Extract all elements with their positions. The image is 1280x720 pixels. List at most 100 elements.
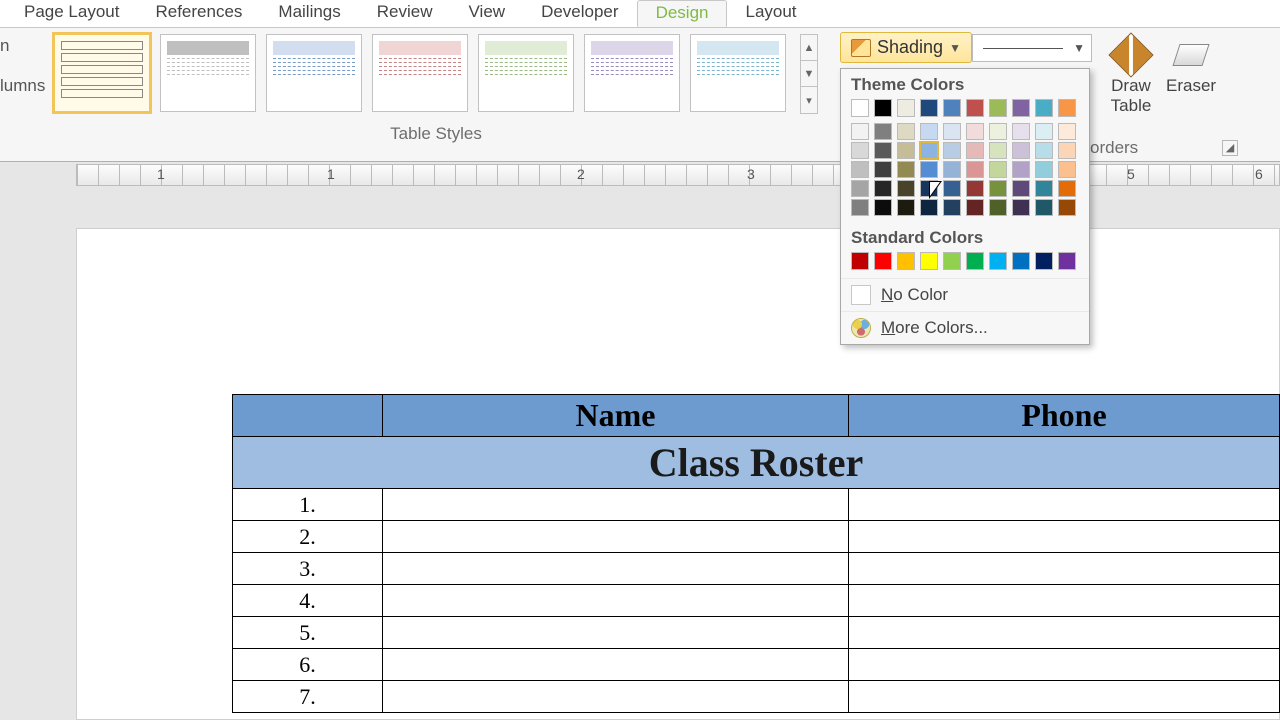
color-swatch[interactable]: [920, 161, 938, 178]
no-color-item[interactable]: No Color: [841, 278, 1089, 311]
name-cell[interactable]: [383, 585, 849, 617]
table-header-phone[interactable]: Phone: [849, 395, 1280, 437]
tab-mailings[interactable]: Mailings: [260, 0, 358, 27]
color-swatch[interactable]: [874, 180, 892, 197]
name-cell[interactable]: [383, 681, 849, 713]
color-swatch[interactable]: [874, 161, 892, 178]
color-swatch[interactable]: [874, 123, 892, 140]
phone-cell[interactable]: [849, 681, 1280, 713]
phone-cell[interactable]: [849, 521, 1280, 553]
row-index-cell[interactable]: 4.: [233, 585, 383, 617]
color-swatch[interactable]: [989, 161, 1007, 178]
color-swatch[interactable]: [1012, 180, 1030, 197]
color-swatch[interactable]: [897, 180, 915, 197]
color-swatch[interactable]: [943, 199, 961, 216]
color-swatch[interactable]: [943, 180, 961, 197]
color-swatch[interactable]: [897, 161, 915, 178]
pen-style-dropdown[interactable]: ▼: [972, 34, 1092, 62]
color-swatch[interactable]: [851, 180, 869, 197]
color-swatch[interactable]: [920, 252, 938, 270]
color-swatch[interactable]: [943, 99, 961, 117]
color-swatch[interactable]: [897, 123, 915, 140]
color-swatch[interactable]: [1035, 123, 1053, 140]
table-style-5[interactable]: [478, 34, 574, 112]
color-swatch[interactable]: [851, 252, 869, 270]
phone-cell[interactable]: [849, 553, 1280, 585]
color-swatch[interactable]: [897, 142, 915, 159]
row-index-cell[interactable]: 1.: [233, 489, 383, 521]
color-swatch[interactable]: [1012, 161, 1030, 178]
tab-review[interactable]: Review: [359, 0, 451, 27]
color-swatch[interactable]: [1058, 142, 1076, 159]
phone-cell[interactable]: [849, 489, 1280, 521]
tab-page-layout[interactable]: Page Layout: [6, 0, 137, 27]
color-swatch[interactable]: [989, 142, 1007, 159]
table-row[interactable]: 2.: [233, 521, 1280, 553]
phone-cell[interactable]: [849, 649, 1280, 681]
color-swatch[interactable]: [943, 123, 961, 140]
color-swatch[interactable]: [851, 142, 869, 159]
color-swatch[interactable]: [851, 99, 869, 117]
table-row[interactable]: 7.: [233, 681, 1280, 713]
color-swatch[interactable]: [1035, 199, 1053, 216]
color-swatch[interactable]: [1012, 123, 1030, 140]
tab-references[interactable]: References: [137, 0, 260, 27]
color-swatch[interactable]: [874, 252, 892, 270]
color-swatch[interactable]: [920, 180, 938, 197]
color-swatch[interactable]: [966, 199, 984, 216]
color-swatch[interactable]: [943, 161, 961, 178]
color-swatch[interactable]: [989, 180, 1007, 197]
color-swatch[interactable]: [966, 142, 984, 159]
color-swatch[interactable]: [943, 142, 961, 159]
color-swatch[interactable]: [966, 161, 984, 178]
phone-cell[interactable]: [849, 585, 1280, 617]
color-swatch[interactable]: [1012, 142, 1030, 159]
color-swatch[interactable]: [989, 199, 1007, 216]
table-style-3[interactable]: [266, 34, 362, 112]
table-style-6[interactable]: [584, 34, 680, 112]
color-swatch[interactable]: [966, 252, 984, 270]
color-swatch[interactable]: [851, 199, 869, 216]
color-swatch[interactable]: [966, 99, 984, 117]
table-style-1[interactable]: [54, 34, 150, 112]
table-row[interactable]: 5.: [233, 617, 1280, 649]
name-cell[interactable]: [383, 489, 849, 521]
color-swatch[interactable]: [1058, 252, 1076, 270]
color-swatch[interactable]: [1012, 199, 1030, 216]
color-swatch[interactable]: [989, 99, 1007, 117]
color-swatch[interactable]: [920, 142, 938, 159]
color-swatch[interactable]: [1035, 99, 1053, 117]
row-index-cell[interactable]: 2.: [233, 521, 383, 553]
color-swatch[interactable]: [1035, 142, 1053, 159]
row-index-cell[interactable]: 3.: [233, 553, 383, 585]
class-roster-table[interactable]: Class Roster Name Phone 1.2.3.4.5.6.7.: [232, 394, 1280, 713]
color-swatch[interactable]: [897, 252, 915, 270]
color-swatch[interactable]: [874, 199, 892, 216]
color-swatch[interactable]: [920, 99, 938, 117]
color-swatch[interactable]: [897, 199, 915, 216]
table-row[interactable]: 3.: [233, 553, 1280, 585]
table-header-blank[interactable]: [233, 395, 383, 437]
shading-button[interactable]: Shading ▼: [840, 32, 972, 63]
tab-developer[interactable]: Developer: [523, 0, 637, 27]
eraser-button[interactable]: Eraser: [1166, 34, 1216, 116]
table-title-cell[interactable]: Class Roster: [233, 437, 1280, 489]
table-row[interactable]: 4.: [233, 585, 1280, 617]
gallery-down-icon[interactable]: ▼: [801, 61, 817, 87]
color-swatch[interactable]: [1058, 199, 1076, 216]
name-cell[interactable]: [383, 649, 849, 681]
table-header-name[interactable]: Name: [383, 395, 849, 437]
tab-view[interactable]: View: [451, 0, 524, 27]
color-swatch[interactable]: [920, 123, 938, 140]
draw-table-button[interactable]: Draw Table: [1110, 34, 1152, 116]
name-cell[interactable]: [383, 521, 849, 553]
table-row[interactable]: 6.: [233, 649, 1280, 681]
table-style-7[interactable]: [690, 34, 786, 112]
color-swatch[interactable]: [1035, 161, 1053, 178]
table-style-4[interactable]: [372, 34, 468, 112]
color-swatch[interactable]: [1058, 161, 1076, 178]
color-swatch[interactable]: [897, 99, 915, 117]
row-index-cell[interactable]: 5.: [233, 617, 383, 649]
table-row[interactable]: 1.: [233, 489, 1280, 521]
group-expand-icon[interactable]: ◢: [1222, 140, 1238, 156]
